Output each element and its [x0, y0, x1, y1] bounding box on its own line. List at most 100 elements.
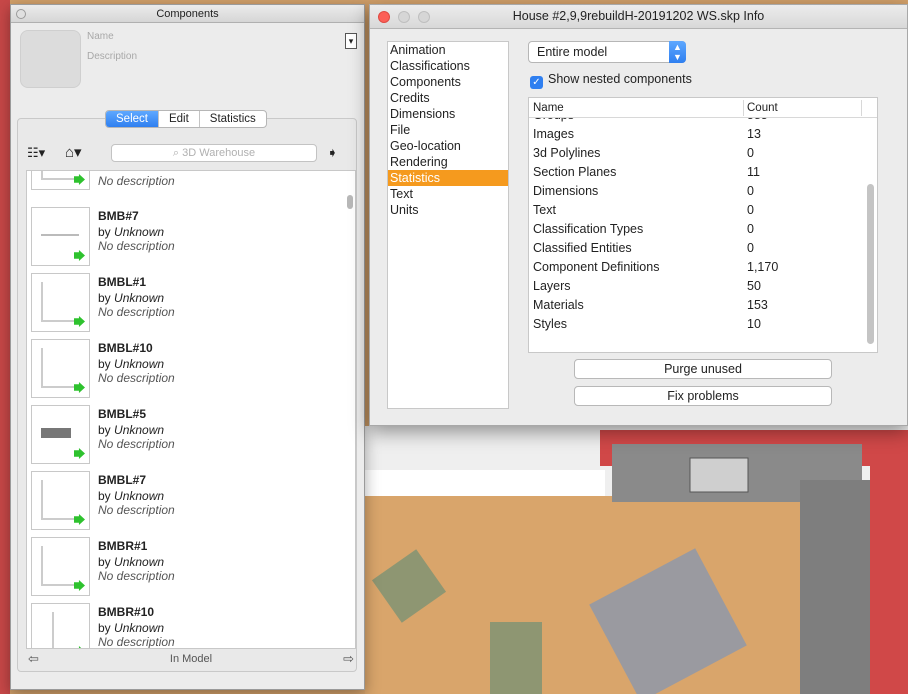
component-author: by Unknown [98, 489, 165, 503]
component-thumbnail [31, 537, 90, 596]
table-row: Classification Types 0 [533, 222, 754, 236]
component-name: BMBL#10 [98, 341, 153, 355]
component-desc: No description [98, 174, 175, 188]
in-model-label: In Model [169, 653, 213, 665]
statistics-table[interactable]: Groups585 Images13 3d Polylines0 Section… [528, 97, 878, 353]
tab-statistics[interactable]: Statistics [200, 111, 266, 127]
nav-item-components[interactable]: Components [388, 74, 508, 90]
list-item[interactable]: BMBR#1 by Unknown No description [31, 537, 341, 599]
minimize-window-icon[interactable] [398, 11, 410, 23]
table-scrollbar[interactable] [867, 184, 874, 344]
table-row: Section Planes 11 [533, 165, 760, 179]
component-thumbnail [31, 405, 90, 464]
tab-select[interactable]: Select [106, 111, 159, 127]
component-author: by Unknown [98, 555, 165, 569]
nav-item-statistics[interactable]: Statistics [388, 170, 508, 186]
components-footer: ⇦ In Model ⇨ [26, 650, 356, 668]
model-info-titlebar: House #2,9,9rebuildH-20191202 WS.skp Inf… [370, 5, 907, 29]
column-header-count[interactable]: Count [747, 98, 778, 118]
components-toolbar: ☷▾ ⌂▾ ⌕ 3D Warehouse ➧ [25, 144, 351, 164]
component-name: BMB#7 [98, 209, 139, 223]
list-item[interactable]: No description [31, 171, 341, 193]
table-row: Styles 10 [533, 317, 761, 331]
window-title: House #2,9,9rebuildH-20191202 WS.skp Inf… [512, 9, 765, 23]
component-thumbnail [31, 207, 90, 266]
component-author: by Unknown [98, 423, 165, 437]
nav-item-text[interactable]: Text [388, 186, 508, 202]
component-desc: No description [98, 569, 175, 583]
nav-item-dimensions[interactable]: Dimensions [388, 106, 508, 122]
warehouse-search-input[interactable]: ⌕ 3D Warehouse [111, 144, 317, 162]
table-row: Materials 153 [533, 298, 768, 312]
list-item[interactable]: BMBL#10 by Unknown No description [31, 339, 341, 401]
forward-arrow-icon[interactable]: ⇨ [343, 650, 354, 668]
stepper-arrows-icon: ▲ ▼ [669, 41, 686, 63]
details-menu-icon[interactable]: ▾ [345, 33, 357, 49]
list-item[interactable]: BMBL#1 by Unknown No description [31, 273, 341, 335]
navigate-forward-icon[interactable]: ➧ [327, 145, 338, 161]
in-model-arrow-icon [74, 646, 85, 648]
table-row: 3d Polylines 0 [533, 146, 754, 160]
in-model-arrow-icon [74, 250, 85, 261]
nav-item-classifications[interactable]: Classifications [388, 58, 508, 74]
list-scrollbar[interactable] [347, 195, 353, 209]
component-name: BMBR#10 [98, 605, 155, 619]
view-options-icon[interactable]: ☷▾ [27, 145, 49, 161]
purge-unused-button[interactable]: Purge unused [574, 359, 832, 379]
table-row: Text 0 [533, 203, 754, 217]
component-desc: No description [98, 305, 175, 319]
component-thumbnail [31, 339, 90, 398]
component-name-field[interactable]: Name [87, 31, 114, 42]
component-desc: No description [98, 635, 175, 649]
fix-problems-button[interactable]: Fix problems [574, 386, 832, 406]
back-arrow-icon[interactable]: ⇦ [28, 650, 39, 668]
table-row: Dimensions 0 [533, 184, 754, 198]
nav-item-file[interactable]: File [388, 122, 508, 138]
nav-item-animation[interactable]: Animation [388, 42, 508, 58]
statistics-rows: Groups585 Images13 3d Polylines0 Section… [529, 106, 869, 334]
table-row: Classified Entities 0 [533, 241, 754, 255]
component-preview [20, 30, 81, 88]
list-item[interactable]: BMBL#5 by Unknown No description [31, 405, 341, 467]
component-name: BMBL#7 [98, 473, 147, 487]
scope-select[interactable]: Entire model ▲ ▼ [528, 41, 686, 63]
component-thumbnail [31, 273, 90, 332]
checkmark-icon: ✓ [530, 76, 543, 89]
component-name: BMBR#1 [98, 539, 148, 553]
home-icon[interactable]: ⌂▾ [65, 144, 101, 162]
zoom-window-icon[interactable] [418, 11, 430, 23]
component-thumbnail [31, 171, 90, 190]
components-titlebar: Components [11, 5, 364, 23]
nav-item-units[interactable]: Units [388, 202, 508, 218]
component-desc: No description [98, 239, 175, 253]
close-window-icon[interactable] [378, 11, 390, 23]
statistics-header: Name Count [529, 98, 877, 118]
nav-item-credits[interactable]: Credits [388, 90, 508, 106]
component-author: by Unknown [98, 225, 165, 239]
nav-item-geo-location[interactable]: Geo-location [388, 138, 508, 154]
component-desc: No description [98, 437, 175, 451]
nav-item-rendering[interactable]: Rendering [388, 154, 508, 170]
table-row: Layers 50 [533, 279, 761, 293]
in-model-arrow-icon [74, 448, 85, 459]
table-row: Component Definitions 1,170 [533, 260, 779, 274]
components-tabs: Select Edit Statistics [105, 110, 267, 128]
list-item[interactable]: BMB#7 by Unknown No description [31, 207, 341, 269]
show-nested-checkbox[interactable]: ✓ Show nested components [530, 72, 692, 89]
components-list[interactable]: No description BMB#7 by Unknown No descr… [26, 170, 356, 649]
component-name: BMBL#5 [98, 407, 147, 421]
list-item[interactable]: BMBL#7 by Unknown No description [31, 471, 341, 533]
component-description-field[interactable]: Description [87, 51, 137, 62]
component-thumbnail [31, 603, 90, 648]
component-thumbnail [31, 471, 90, 530]
component-author: by Unknown [98, 291, 165, 305]
list-item[interactable]: BMBR#10 by Unknown No description [31, 603, 341, 649]
show-nested-label: Show nested components [548, 72, 692, 86]
component-name: BMBL#1 [98, 275, 147, 289]
tab-edit[interactable]: Edit [159, 111, 200, 127]
column-header-name[interactable]: Name [533, 98, 564, 118]
close-icon[interactable] [16, 9, 26, 19]
model-info-window: House #2,9,9rebuildH-20191202 WS.skp Inf… [369, 4, 908, 426]
component-desc: No description [98, 503, 175, 517]
component-author: by Unknown [98, 357, 165, 371]
